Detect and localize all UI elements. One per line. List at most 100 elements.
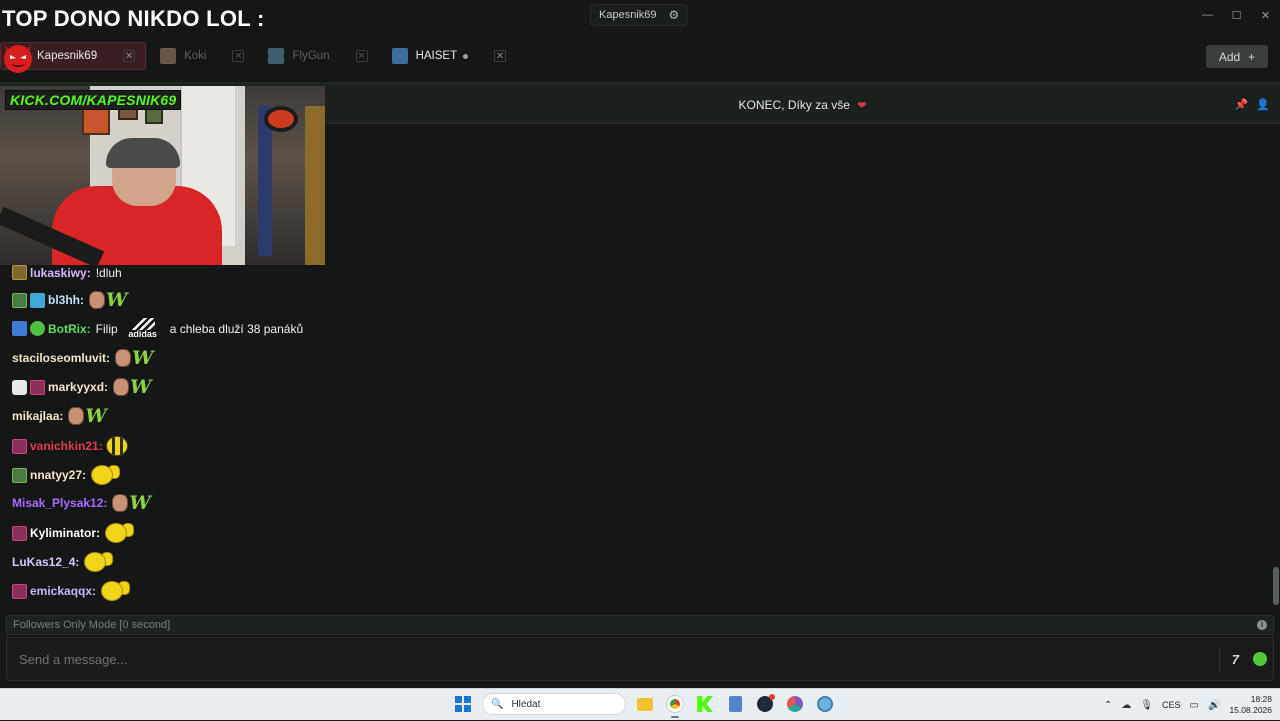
- notepad-button[interactable]: [724, 693, 746, 715]
- channel-avatar: [391, 48, 408, 64]
- bee-emote-icon[interactable]: [105, 436, 128, 456]
- add-label: Add: [1218, 49, 1241, 64]
- user-icon[interactable]: 👤: [1256, 98, 1270, 111]
- minimize-button[interactable]: —: [1193, 0, 1222, 30]
- window-controls: — ☐ ✕: [1193, 0, 1280, 30]
- emote-face-w[interactable]: W: [89, 289, 128, 311]
- verified-badge-icon: [30, 321, 45, 336]
- browser-button[interactable]: [784, 693, 806, 715]
- channel-avatar: [160, 48, 177, 64]
- monitor-icon[interactable]: ▭: [1190, 700, 1199, 711]
- chat-username[interactable]: markyyxd:: [48, 380, 108, 394]
- close-tab-icon[interactable]: ✕: [123, 50, 136, 62]
- pin-icon[interactable]: 📌: [1235, 98, 1249, 111]
- adidas-emote-icon[interactable]: adidas: [127, 318, 159, 339]
- smiley-icon: [84, 552, 107, 572]
- gear-icon[interactable]: ⚙: [669, 8, 680, 22]
- window-title-button[interactable]: Kapesnik69 ⚙: [590, 4, 689, 26]
- steam-button[interactable]: [754, 693, 776, 715]
- start-button[interactable]: [452, 693, 474, 715]
- globe-icon: [817, 696, 833, 712]
- chat-username[interactable]: Misak_Plysak12:: [12, 496, 107, 510]
- globe-app-button[interactable]: [814, 693, 836, 715]
- title-bar: TOP DONO NIKDO LOL : Kapesnik69 ⚙ — ☐ ✕: [0, 0, 1280, 32]
- chat-scrollbar[interactable]: [1273, 567, 1279, 605]
- chat-list: lukaskiwy: !dluh bl3hh: W BotRix: Filip adidas…: [0, 262, 330, 610]
- moderator-badge-icon: [12, 321, 27, 336]
- cube-badge-icon: [30, 292, 45, 308]
- chat-username[interactable]: LuKas12_4:: [12, 555, 79, 569]
- chat-message: BotRix: Filip adidas a chleba dluží 38 paná…: [12, 318, 303, 339]
- tab-haiset[interactable]: HAISET ✕: [384, 42, 517, 70]
- window-title: Kapesnik69: [599, 9, 657, 21]
- adidas-word: adidas: [128, 329, 157, 339]
- chat-message: Kyliminator:: [12, 523, 135, 543]
- kick-url-banner: KICK.COM/KAPESNIK69: [5, 90, 182, 110]
- emote-face-w[interactable]: W: [112, 494, 151, 513]
- chat-message: staciloseomluvit: W: [12, 347, 154, 369]
- chat-message: nnatyy27:: [12, 465, 121, 485]
- video-wheel: [264, 106, 298, 132]
- tab-label: Koki: [184, 50, 207, 62]
- wave-emote-icon[interactable]: [91, 465, 121, 485]
- close-tab-icon[interactable]: ✕: [232, 50, 245, 62]
- seventv-emote-icon[interactable]: 7: [1232, 652, 1239, 667]
- chat-username[interactable]: nnatyy27:: [30, 468, 86, 482]
- tab-flygun[interactable]: FlyGun ✕: [260, 42, 377, 70]
- chat-username[interactable]: vanichkin21:: [30, 439, 103, 453]
- chrome-icon: [667, 696, 683, 712]
- active-indicator: [671, 716, 679, 718]
- wave-emote-icon[interactable]: [84, 552, 114, 572]
- browser-icon: [787, 696, 803, 712]
- maximize-button[interactable]: ☐: [1222, 0, 1251, 30]
- taskbar-apps: 🔍 Hledat: [452, 693, 836, 718]
- wave-emote-icon[interactable]: [105, 523, 135, 543]
- microphone-icon[interactable]: 🎙: [1140, 700, 1153, 711]
- add-channel-button[interactable]: Add +: [1206, 45, 1268, 68]
- wave-emote-icon[interactable]: [101, 581, 131, 601]
- pinned-text: KONEC, Díky za vše: [738, 98, 850, 112]
- chat-message: markyyxd: W: [12, 376, 152, 398]
- tab-koki[interactable]: Koki ✕: [152, 42, 254, 70]
- close-button[interactable]: ✕: [1251, 0, 1280, 30]
- chat-message: LuKas12_4:: [12, 552, 114, 572]
- chat-username[interactable]: emickaqqx:: [30, 584, 96, 598]
- stream-video-player[interactable]: KICK.COM/KAPESNIK69: [0, 86, 325, 265]
- language-indicator[interactable]: CES: [1162, 700, 1181, 710]
- chevron-up-icon[interactable]: ⌃: [1104, 700, 1112, 711]
- supporter-badge-icon: [30, 379, 45, 395]
- face-emote-icon: [115, 349, 132, 367]
- chat-username[interactable]: staciloseomluvit:: [12, 351, 110, 365]
- volume-icon[interactable]: 🔊: [1208, 700, 1220, 711]
- w-emote-icon: W: [85, 405, 107, 427]
- taskbar-search[interactable]: 🔍 Hledat: [482, 693, 626, 715]
- close-tab-icon[interactable]: ✕: [494, 50, 507, 62]
- clock[interactable]: 18:28 15.08.2026: [1229, 694, 1272, 716]
- tab-kapesnik69[interactable]: Kapesnik69 ✕: [0, 42, 147, 73]
- supporter-badge-icon: [12, 525, 27, 541]
- emote-face-w[interactable]: W: [68, 405, 107, 427]
- chat-username[interactable]: bl3hh:: [48, 293, 84, 307]
- w-emote-icon: W: [106, 289, 128, 311]
- search-placeholder: Hledat: [511, 698, 541, 710]
- emote-face-w[interactable]: W: [115, 347, 154, 369]
- folder-icon: [637, 697, 653, 711]
- search-icon: 🔍: [491, 698, 504, 710]
- chat-username[interactable]: Kyliminator:: [30, 526, 100, 540]
- kick-app-button[interactable]: [694, 693, 716, 715]
- chrome-button[interactable]: [664, 693, 686, 718]
- message-input[interactable]: [7, 638, 1197, 680]
- chat-message: Misak_Plysak12: W: [12, 494, 151, 513]
- chat-username[interactable]: BotRix:: [48, 322, 91, 336]
- emote-face-w[interactable]: W: [113, 376, 152, 398]
- file-explorer-button[interactable]: [634, 693, 656, 715]
- w-emote-icon: W: [132, 347, 154, 369]
- info-icon[interactable]: i: [1257, 620, 1267, 630]
- cloud-icon[interactable]: ☁: [1121, 700, 1131, 711]
- emote-picker-icon[interactable]: [1253, 652, 1267, 666]
- chat-username[interactable]: mikajlaa:: [12, 409, 63, 423]
- w-emote-icon: W: [130, 376, 152, 398]
- chat-username[interactable]: lukaskiwy:: [30, 266, 91, 280]
- windows-logo-icon: [455, 696, 471, 712]
- close-tab-icon[interactable]: ✕: [355, 50, 368, 62]
